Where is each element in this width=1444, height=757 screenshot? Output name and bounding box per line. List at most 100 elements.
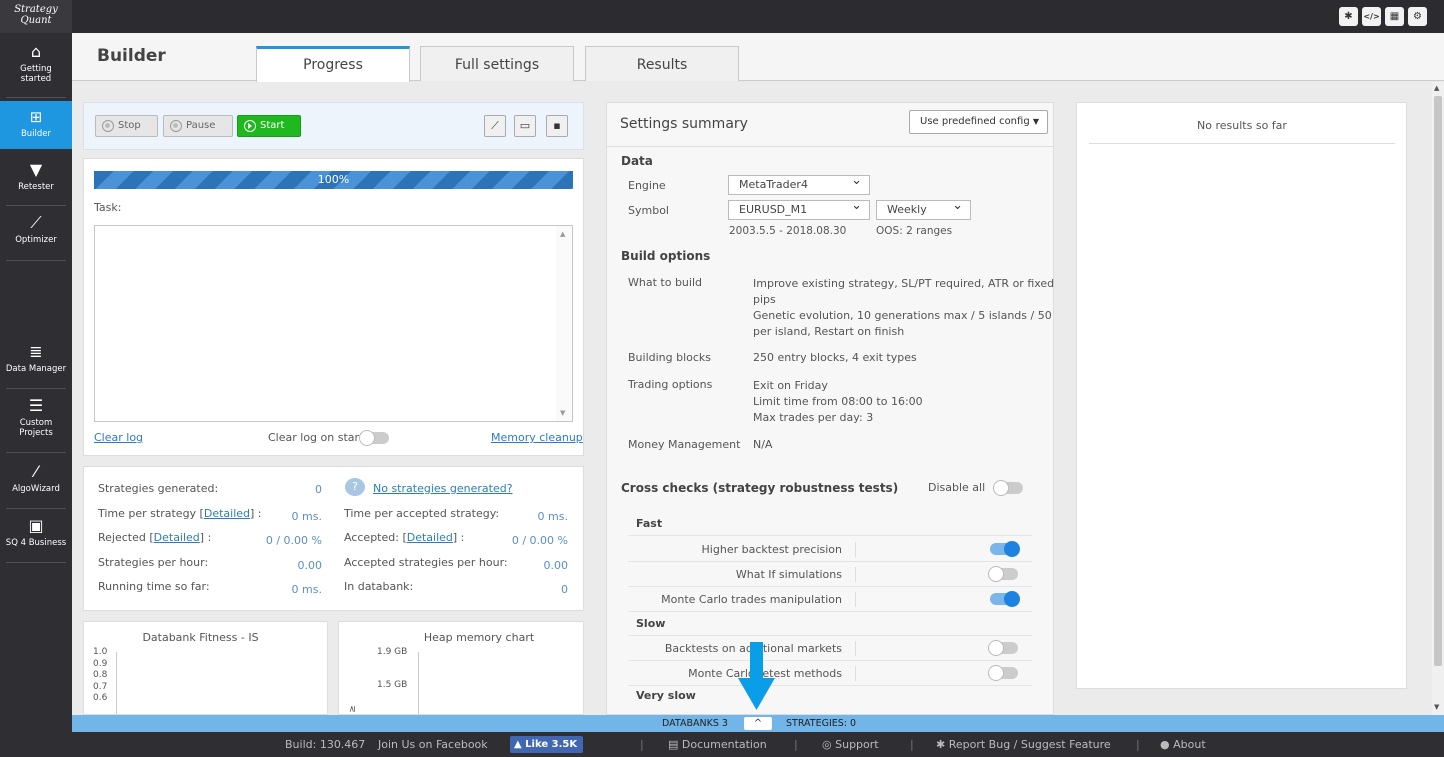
stop-button[interactable]: Stop — [95, 115, 158, 137]
memory-cleanup-link[interactable]: Memory cleanup — [491, 431, 583, 444]
money-management-value: N/A — [753, 438, 773, 451]
heap-axis-label: ≥ — [347, 705, 358, 713]
tab-progress[interactable]: Progress — [256, 46, 410, 82]
sidebar-item-retester[interactable]: ▼ Retester — [0, 160, 72, 202]
build-options-header: Build options — [621, 249, 711, 263]
support-link[interactable]: ◎ Support — [822, 732, 879, 757]
results-panel: No results so far — [1076, 102, 1407, 689]
tab-results[interactable]: Results — [585, 46, 739, 81]
databank-bar[interactable]: DATABANKS 3 ^ STRATEGIES: 0 — [72, 715, 1444, 732]
briefcase-icon: ▣ — [28, 516, 44, 535]
no-strategies-link[interactable]: No strategies generated? — [373, 482, 513, 495]
database-icon: ≣ — [29, 342, 43, 361]
symbol-select[interactable]: EURUSD_M1 — [728, 197, 870, 220]
documentation-link[interactable]: ▤ Documentation — [668, 732, 767, 757]
use-predefined-config-button[interactable]: Use predefined config ▼ — [909, 110, 1048, 134]
task-label: Task: — [94, 201, 122, 214]
about-link[interactable]: ● About — [1160, 732, 1206, 757]
save-icon[interactable]: ▪ — [546, 115, 568, 137]
app-logo: Strategy Quant — [0, 0, 72, 33]
strategies-generated-label: Strategies generated: — [98, 482, 219, 495]
accepted-per-hour-value: 0.00 — [543, 559, 569, 572]
chart-line-icon: ⟋ — [30, 213, 42, 232]
facebook-like-button[interactable]: ▲ Like 3.5K — [510, 736, 584, 753]
log-textarea[interactable]: ▲ ▼ — [94, 225, 573, 422]
fitness-tick: 1.0 — [93, 647, 108, 657]
heap-chart-panel: Heap memory chart 1.9 GB 1.5 GB ≥ — [338, 621, 584, 715]
time-per-detailed-link[interactable]: Detailed — [204, 507, 250, 520]
gear-icon[interactable]: ⚙ — [1408, 7, 1427, 26]
clear-log-link[interactable]: Clear log — [94, 431, 143, 444]
help-icon: ? — [345, 478, 365, 496]
thumbs-up-icon: ▲ — [514, 739, 526, 750]
heap-chart-title: Heap memory chart — [423, 631, 535, 644]
sidebar-item-algowizard[interactable]: ⁄ AlgoWizard — [0, 462, 72, 504]
time-per-accepted-value: 0 ms. — [537, 510, 568, 523]
scrollbar[interactable]: ▲ ▼ — [1432, 82, 1444, 715]
clear-log-on-start-toggle[interactable] — [359, 430, 389, 446]
accepted-per-hour-label: Accepted strategies per hour: — [344, 556, 508, 569]
top-bar — [0, 0, 1444, 33]
server-icon: ☰ — [28, 396, 44, 415]
folder-open-icon[interactable]: ▭ — [514, 115, 536, 137]
time-per-accepted-label: Time per accepted strategy: — [344, 507, 500, 520]
data-section-header: Data — [621, 154, 653, 168]
rejected-detailed-link[interactable]: Detailed — [154, 531, 200, 544]
cc-row-additional-markets: Backtests on additional markets — [628, 636, 1032, 661]
code-icon[interactable]: </> — [1362, 7, 1381, 26]
accepted-value: 0 / 0.00 % — [511, 534, 568, 547]
fitness-chart-panel: Databank Fitness - IS 1.0 0.9 0.8 0.7 0.… — [83, 621, 328, 715]
chart-icon[interactable]: ⟋ — [484, 115, 506, 137]
higher-precision-toggle[interactable] — [990, 541, 1020, 557]
facebook-link[interactable]: Join Us on Facebook — [378, 732, 488, 757]
tab-full-settings[interactable]: Full settings — [420, 46, 574, 81]
bug-icon[interactable]: ✱ — [1339, 7, 1358, 26]
footer: Build: 130.467 Join Us on Facebook ▲ Lik… — [72, 732, 1444, 757]
pause-icon — [170, 120, 182, 132]
databanks-count: DATABANKS 3 — [662, 718, 728, 729]
sidebar-item-custom-projects[interactable]: ☰ Custom Projects — [0, 396, 72, 448]
oos-ranges: OOS: 2 ranges — [876, 225, 953, 237]
home-icon: ⌂ — [30, 42, 42, 61]
cross-checks-header: Cross checks (strategy robustness tests) — [621, 481, 899, 495]
trading-options-value: Exit on Friday Limit time from 08:00 to … — [753, 379, 923, 424]
start-button[interactable]: Start — [237, 115, 301, 137]
monte-carlo-retest-toggle[interactable] — [988, 665, 1018, 681]
fitness-tick: 0.7 — [93, 681, 108, 692]
sidebar-item-optimizer[interactable]: ⟋ Optimizer — [0, 213, 72, 255]
plus-square-icon: ⊞ — [29, 108, 43, 126]
chevron-up-icon[interactable]: ^ — [744, 717, 772, 730]
grid-icon[interactable]: ▦ — [1385, 7, 1404, 26]
building-blocks-value: 250 entry blocks, 4 exit types — [753, 351, 917, 364]
timeframe-select[interactable]: Weekly — [876, 197, 971, 220]
what-if-toggle[interactable] — [988, 566, 1018, 582]
strategies-count: STRATEGIES: 0 — [786, 718, 857, 729]
sidebar-item-sq4-business[interactable]: ▣ SQ 4 Business — [0, 516, 72, 558]
lifebuoy-icon: ◎ — [822, 738, 836, 751]
money-management-label: Money Management — [628, 438, 741, 451]
strategies-per-hour-label: Strategies per hour: — [98, 556, 209, 569]
monte-carlo-trades-toggle[interactable] — [990, 591, 1020, 607]
fitness-tick: 0.9 — [93, 658, 108, 669]
rejected-label: Rejected [Detailed] : — [98, 531, 212, 544]
bug-icon: ✱ — [936, 738, 949, 751]
slow-group-header: Slow — [628, 611, 1032, 636]
date-range: 2003.5.5 - 2018.08.30 — [729, 225, 847, 237]
additional-markets-toggle[interactable] — [988, 640, 1018, 656]
report-bug-link[interactable]: ✱ Report Bug / Suggest Feature — [936, 732, 1111, 757]
cc-row-monte-carlo-retest: Monte Carlo retest methods — [628, 661, 1032, 686]
caret-down-icon: ▼ — [1032, 117, 1039, 126]
pause-button[interactable]: Pause — [163, 115, 233, 137]
disable-all-toggle[interactable] — [993, 480, 1023, 496]
sidebar-item-data-manager[interactable]: ≣ Data Manager — [0, 342, 72, 384]
in-databank-value: 0 — [561, 583, 568, 596]
sidebar-item-getting-started[interactable]: ⌂ Getting started — [0, 40, 72, 96]
what-to-build-value: Improve existing strategy, SL/PT require… — [753, 277, 1055, 338]
accepted-label: Accepted: [Detailed] : — [344, 531, 465, 544]
sidebar-item-builder[interactable]: ⊞ Builder — [0, 101, 78, 149]
engine-select[interactable]: MetaTrader4 — [728, 172, 870, 195]
heap-tick: 1.5 GB — [377, 680, 408, 690]
info-icon: ● — [1160, 738, 1174, 751]
play-icon — [244, 120, 256, 132]
accepted-detailed-link[interactable]: Detailed — [407, 531, 453, 544]
